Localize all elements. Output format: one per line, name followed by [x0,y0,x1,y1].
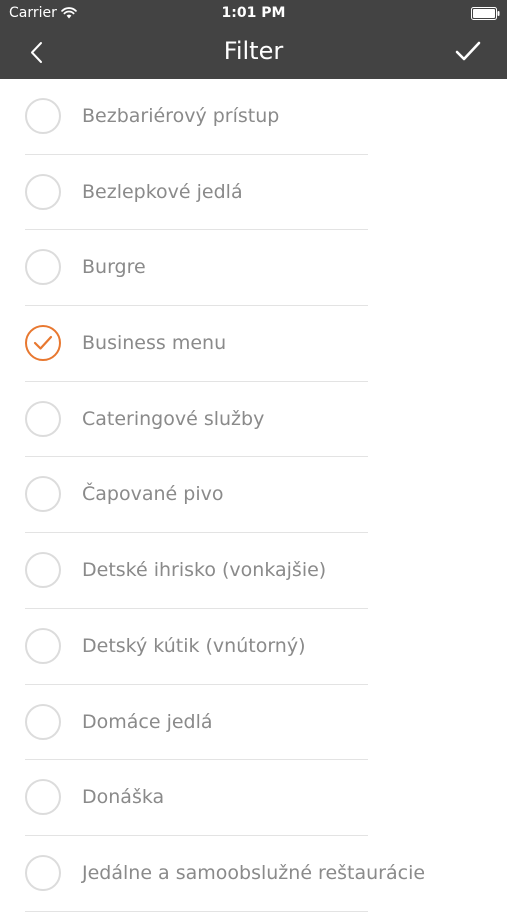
checkbox-checked[interactable] [25,325,61,362]
filter-item[interactable]: Donáška [0,760,507,836]
checkbox-unchecked[interactable] [25,249,61,286]
filter-item[interactable]: Cateringové služby [0,382,507,458]
chevron-left-icon [31,42,42,63]
checkmark-icon [33,335,53,350]
checkmark-icon [455,41,481,61]
filter-item-label: Bezlepkové jedlá [82,180,243,203]
filter-item-label: Burgre [82,256,146,279]
checkbox-unchecked[interactable] [25,627,61,664]
filter-item-label: Business menu [82,332,227,355]
filter-item[interactable]: Domáce jedlá [0,685,507,761]
back-button[interactable] [22,36,56,70]
filter-item[interactable]: Detský kútik (vnútorný) [0,609,507,685]
checkbox-unchecked[interactable] [25,703,61,740]
checkbox-unchecked[interactable] [25,552,61,589]
filter-item[interactable]: Čapované pivo [0,457,507,534]
filter-item-label: Cateringové služby [82,407,265,430]
filter-list: Bezbariérový prístup Bezlepkové jedlá Burg… [0,79,507,912]
divider [25,910,368,912]
filter-item[interactable]: Burgre [0,230,507,307]
filter-item-label: Detské ihrisko (vonkajšie) [82,559,327,582]
battery-icon [471,7,500,20]
filter-item-label: Donáška [82,786,165,809]
checkbox-unchecked[interactable] [25,476,61,513]
filter-item-label: Domáce jedlá [82,710,213,733]
status-bar: Carrier 1:01 PM [0,0,507,28]
done-button[interactable] [451,37,485,67]
filter-item-label: Čapované pivo [82,483,224,506]
page-title: Filter [223,37,284,65]
checkbox-unchecked[interactable] [25,400,61,437]
checkbox-unchecked[interactable] [25,779,61,816]
filter-item-label: Jedálne a samoobslužné reštaurácie [82,861,426,884]
app-header: Carrier 1:01 PM Filter [0,0,507,79]
filter-item[interactable]: Business menu [0,306,507,382]
filter-item[interactable]: Bezbariérový prístup [0,79,507,155]
status-time: 1:01 PM [221,5,286,21]
filter-item-label: Detský kútik (vnútorný) [82,634,306,657]
filter-item[interactable]: Bezlepkové jedlá [0,155,507,231]
filter-item-label: Bezbariérový prístup [82,105,280,127]
checkbox-unchecked[interactable] [25,98,61,134]
filter-item[interactable]: Jedálne a samoobslužné reštaurácie [0,836,507,912]
checkbox-unchecked[interactable] [25,854,61,891]
filter-item[interactable]: Detské ihrisko (vonkajšie) [0,533,507,609]
navigation-bar: Filter [0,28,507,79]
checkbox-unchecked[interactable] [25,173,61,210]
